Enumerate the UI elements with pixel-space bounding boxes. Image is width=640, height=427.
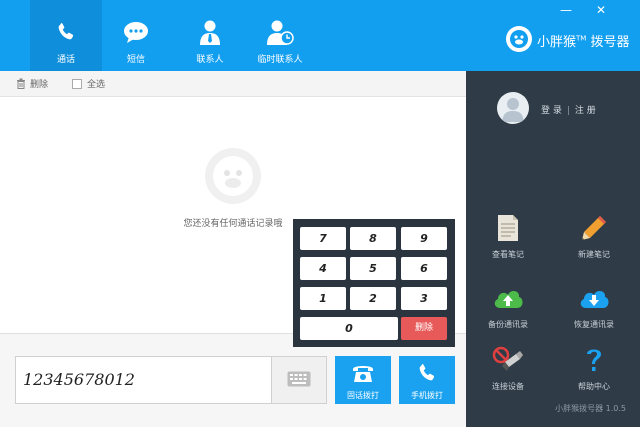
tab-calls[interactable]: 通话 [30,0,102,71]
phone-icon [416,362,438,387]
avatar[interactable] [497,92,529,124]
tab-label: 短信 [126,55,145,65]
top-bar: 通话 短信 联系人 临时联系人 小胖猴TM 拨号器 — ✕ [0,0,640,71]
view-notes-label: 查看笔记 [492,250,524,259]
tab-label: 临时联系人 [257,55,303,65]
connect-device-button[interactable]: 连接设备 [473,345,543,392]
tab-temp-contacts[interactable]: 临时联系人 [244,0,316,71]
key-2[interactable]: 2 [350,287,396,310]
login-link[interactable]: 登 录 [541,106,562,116]
delete-button[interactable]: 删除 [16,77,48,90]
help-center-label: 帮助中心 [578,382,610,391]
brand-name: 小胖猴TM 拨号器 [537,31,630,50]
key-4[interactable]: 4 [300,257,346,280]
sidebar: 登 录 | 注 册 查看笔记 新建笔记 备份通讯录 恢复通讯录 连接设备 帮助中… [466,71,640,427]
phone-icon [55,18,77,46]
monkey-logo-icon [505,25,533,56]
dial-keypad: 7 8 9 4 5 6 1 2 3 0 删除 [293,219,455,347]
backup-contacts-button[interactable]: 备份通讯录 [473,283,543,330]
tab-contacts[interactable]: 联系人 [174,0,246,71]
trash-icon [16,78,26,89]
empty-state-logo-icon [203,146,263,209]
key-9[interactable]: 9 [401,227,447,250]
landline-dial-label: 固话拨打 [347,391,379,400]
cloud-download-icon [577,283,611,313]
restore-contacts-button[interactable]: 恢复通讯录 [559,283,629,330]
help-icon [584,345,604,375]
key-8[interactable]: 8 [350,227,396,250]
keypad-toggle-button[interactable] [272,356,327,404]
brand-logo: 小胖猴TM 拨号器 [505,25,630,56]
key-1[interactable]: 1 [300,287,346,310]
usb-disconnected-icon [492,345,524,375]
key-5[interactable]: 5 [350,257,396,280]
notes-icon [496,213,520,243]
brand-title: 小胖猴 [537,35,577,50]
dial-bar: 12345678012 固话拨打 手机拨打 [0,333,466,427]
chat-icon [122,18,150,46]
register-link[interactable]: 注 册 [575,106,596,116]
minimize-button[interactable]: — [555,2,577,20]
checkbox[interactable] [72,78,82,89]
telephone-icon [351,362,375,387]
pencil-icon [580,213,608,243]
connect-device-label: 连接设备 [492,382,524,391]
cloud-upload-icon [491,283,525,313]
tab-messages[interactable]: 短信 [100,0,172,71]
landline-dial-button[interactable]: 固话拨打 [335,356,391,404]
tab-label: 通话 [56,55,75,65]
new-note-button[interactable]: 新建笔记 [559,213,629,260]
temp-contact-icon [266,18,294,46]
close-button[interactable]: ✕ [590,2,612,20]
help-center-button[interactable]: 帮助中心 [559,345,629,392]
keyboard-icon [287,371,311,390]
restore-contacts-label: 恢复通讯录 [574,320,614,329]
tab-label: 联系人 [196,55,224,65]
phone-number-input[interactable]: 12345678012 [15,356,272,404]
key-6[interactable]: 6 [401,257,447,280]
view-notes-button[interactable]: 查看笔记 [473,213,543,260]
contact-icon [198,18,222,46]
app-version: 小胖猴拨号器 1.0.5 [555,404,626,413]
key-7[interactable]: 7 [300,227,346,250]
mobile-dial-label: 手机拨打 [411,391,443,400]
keypad-delete-button[interactable]: 删除 [401,317,447,340]
new-note-label: 新建笔记 [578,250,610,259]
delete-label: 删除 [30,80,49,90]
brand-trademark: TM [576,34,587,43]
key-3[interactable]: 3 [401,287,447,310]
brand-suffix: 拨号器 [590,35,630,50]
mobile-dial-button[interactable]: 手机拨打 [399,356,455,404]
auth-links: 登 录 | 注 册 [541,103,596,116]
key-0[interactable]: 0 [300,317,398,340]
select-all-label: 全选 [87,80,106,90]
backup-contacts-label: 备份通讯录 [488,320,528,329]
call-log-toolbar: 删除 全选 [0,71,466,97]
select-all-checkbox[interactable]: 全选 [72,77,105,90]
auth-divider: | [566,106,570,116]
